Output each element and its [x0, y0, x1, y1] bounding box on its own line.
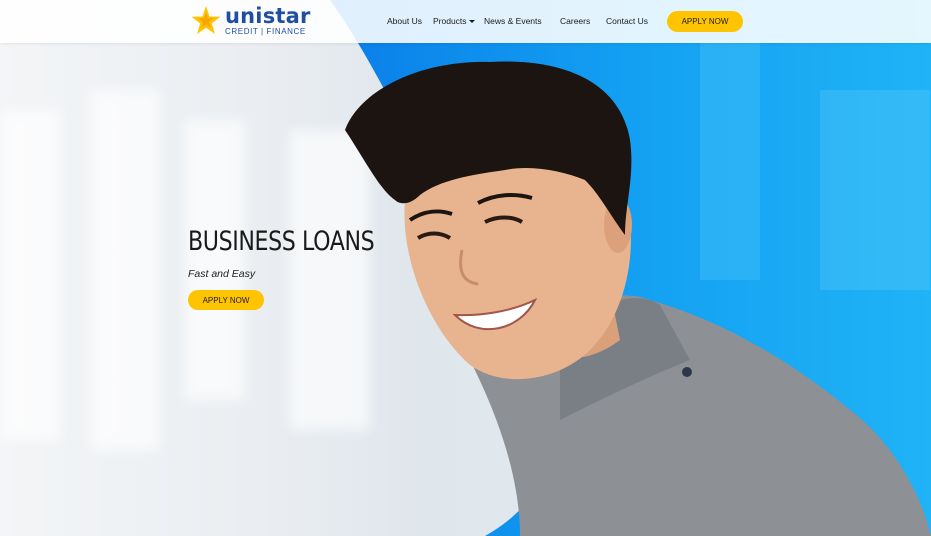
nav-careers[interactable]: Careers — [560, 16, 590, 26]
hero-title: BUSINESS LOANS — [188, 226, 375, 257]
star-logo-icon — [191, 6, 221, 34]
person-photo — [345, 61, 931, 536]
nav-products[interactable]: Products — [433, 16, 475, 26]
nav-products-label: Products — [433, 16, 467, 26]
header-apply-now-button[interactable]: APPLY NOW — [667, 11, 743, 32]
brand-name: unistar — [225, 4, 311, 28]
brand-tagline: CREDIT | FINANCE — [225, 27, 306, 36]
chevron-down-icon — [468, 20, 475, 24]
logo[interactable]: unistar CREDIT | FINANCE — [190, 5, 311, 37]
nav-about-us[interactable]: About Us — [387, 16, 422, 26]
hero-apply-now-button[interactable]: APPLY NOW — [188, 290, 264, 310]
nav-contact-us[interactable]: Contact Us — [606, 16, 648, 26]
logo-text: unistar CREDIT | FINANCE — [225, 6, 311, 36]
site-header: unistar CREDIT | FINANCE About Us Produc… — [0, 0, 931, 43]
hero-banner — [0, 0, 931, 536]
hero-subtitle: Fast and Easy — [188, 268, 256, 280]
nav-news-events[interactable]: News & Events — [484, 16, 542, 26]
